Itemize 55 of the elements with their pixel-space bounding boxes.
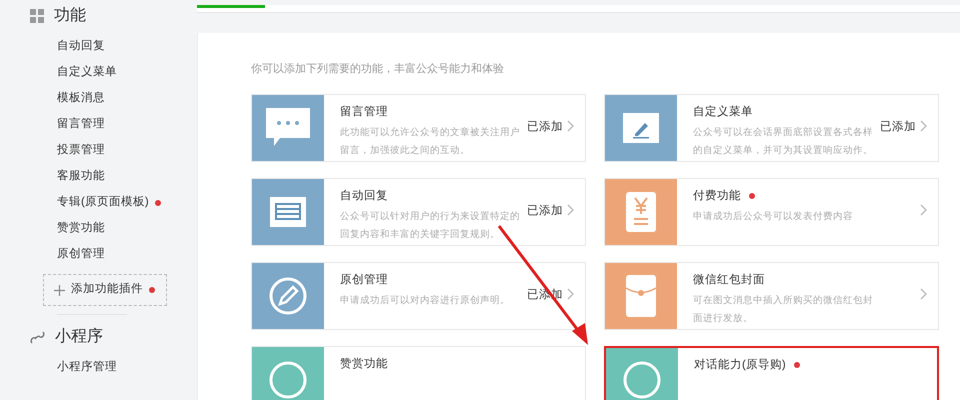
card-description: 申请成功后可以对内容进行原创声明。 [340,294,511,308]
envelope-icon [626,274,656,316]
tab-indicator [197,5,265,8]
card-description: 公众号可以针对用户的行为来设置特定的回复内容和丰富的关键字回复规则。 [340,210,521,242]
feature-card[interactable]: 留言管理 此功能可以允许公众号的文章被关注用户留言，加强彼此之间的互动。 已添加 [251,94,586,162]
card-title: 原创管理 [340,272,388,288]
feature-card[interactable]: 微信红包封面 可在图文消息中插入所购买的微信红包封面进行发放。 [604,262,939,330]
card-description: 此功能可以允许公众号的文章被关注用户留言，加强彼此之间的互动。 [340,126,521,158]
sidebar-item[interactable]: 小程序管理 [57,359,117,377]
chevron-icon [920,204,927,216]
chat-bubble-icon [266,108,310,148]
yen-icon [626,192,656,232]
status-label: 已添加 [527,120,563,133]
circle-icon [622,360,662,400]
card-title: 付费功能 [693,188,741,204]
card-description: 公众号可以在会话界面底部设置各式各样的自定义菜单，并可为其设置响应动作。 [693,126,874,158]
sidebar-item[interactable]: 自定义菜单 [57,64,117,82]
sidebar-item[interactable]: 模板消息 [57,90,105,108]
sidebar-item[interactable]: 投票管理 [57,142,105,160]
card-title: 自定义菜单 [693,104,753,120]
edit-icon [623,112,659,142]
sidebar-item[interactable]: 赞赏功能 [57,220,105,238]
feature-card[interactable]: 对话能力(原导购) [604,346,939,400]
chevron-icon [920,120,927,132]
feature-card[interactable]: 付费功能 申请成功后公众号可以发表付费内容 [604,178,939,246]
sidebar-item[interactable]: 留言管理 [57,116,105,134]
card-title: 微信红包封面 [693,272,765,288]
card-description: 可在图文消息中插入所购买的微信红包封面进行发放。 [693,294,874,326]
add-plugin-button[interactable]: 添加功能插件 [43,274,167,306]
chevron-icon [567,120,574,132]
card-title: 自动回复 [340,188,388,204]
chevron-icon [567,204,574,216]
feature-card[interactable]: 自动回复 公众号可以针对用户的行为来设置特定的回复内容和丰富的关键字回复规则。 已添加 [251,178,586,246]
intro-text: 你可以添加下列需要的功能，丰富公众号能力和体验 [251,62,505,77]
chevron-icon [567,288,574,300]
feature-card[interactable]: 赞赏功能 [251,346,586,400]
plus-icon [54,284,65,296]
card-title: 对话能力(原导购) [694,358,786,372]
circle-icon [268,360,308,400]
section-title: 小程序 [55,326,103,347]
status-label: 已添加 [880,120,916,133]
card-title: 留言管理 [340,104,388,120]
sidebar-item[interactable]: 原创管理 [57,246,105,264]
pencil-circle-icon [268,276,308,316]
sidebar-item[interactable]: 自动回复 [57,38,105,56]
sidebar-item[interactable]: 专辑(原页面模板) [57,194,149,212]
chevron-icon [920,288,927,300]
section-title: 功能 [54,6,86,26]
feature-card[interactable]: 自定义菜单 公众号可以在会话界面底部设置各式各样的自定义菜单，并可为其设置响应动作。 已添加 [604,94,939,162]
card-title: 赞赏功能 [340,356,388,372]
grid-icon [30,9,44,23]
status-label: 已添加 [527,204,563,217]
sidebar-item[interactable]: 客服功能 [57,168,105,186]
list-icon [270,196,306,226]
card-description: 申请成功后公众号可以发表付费内容 [693,210,854,224]
